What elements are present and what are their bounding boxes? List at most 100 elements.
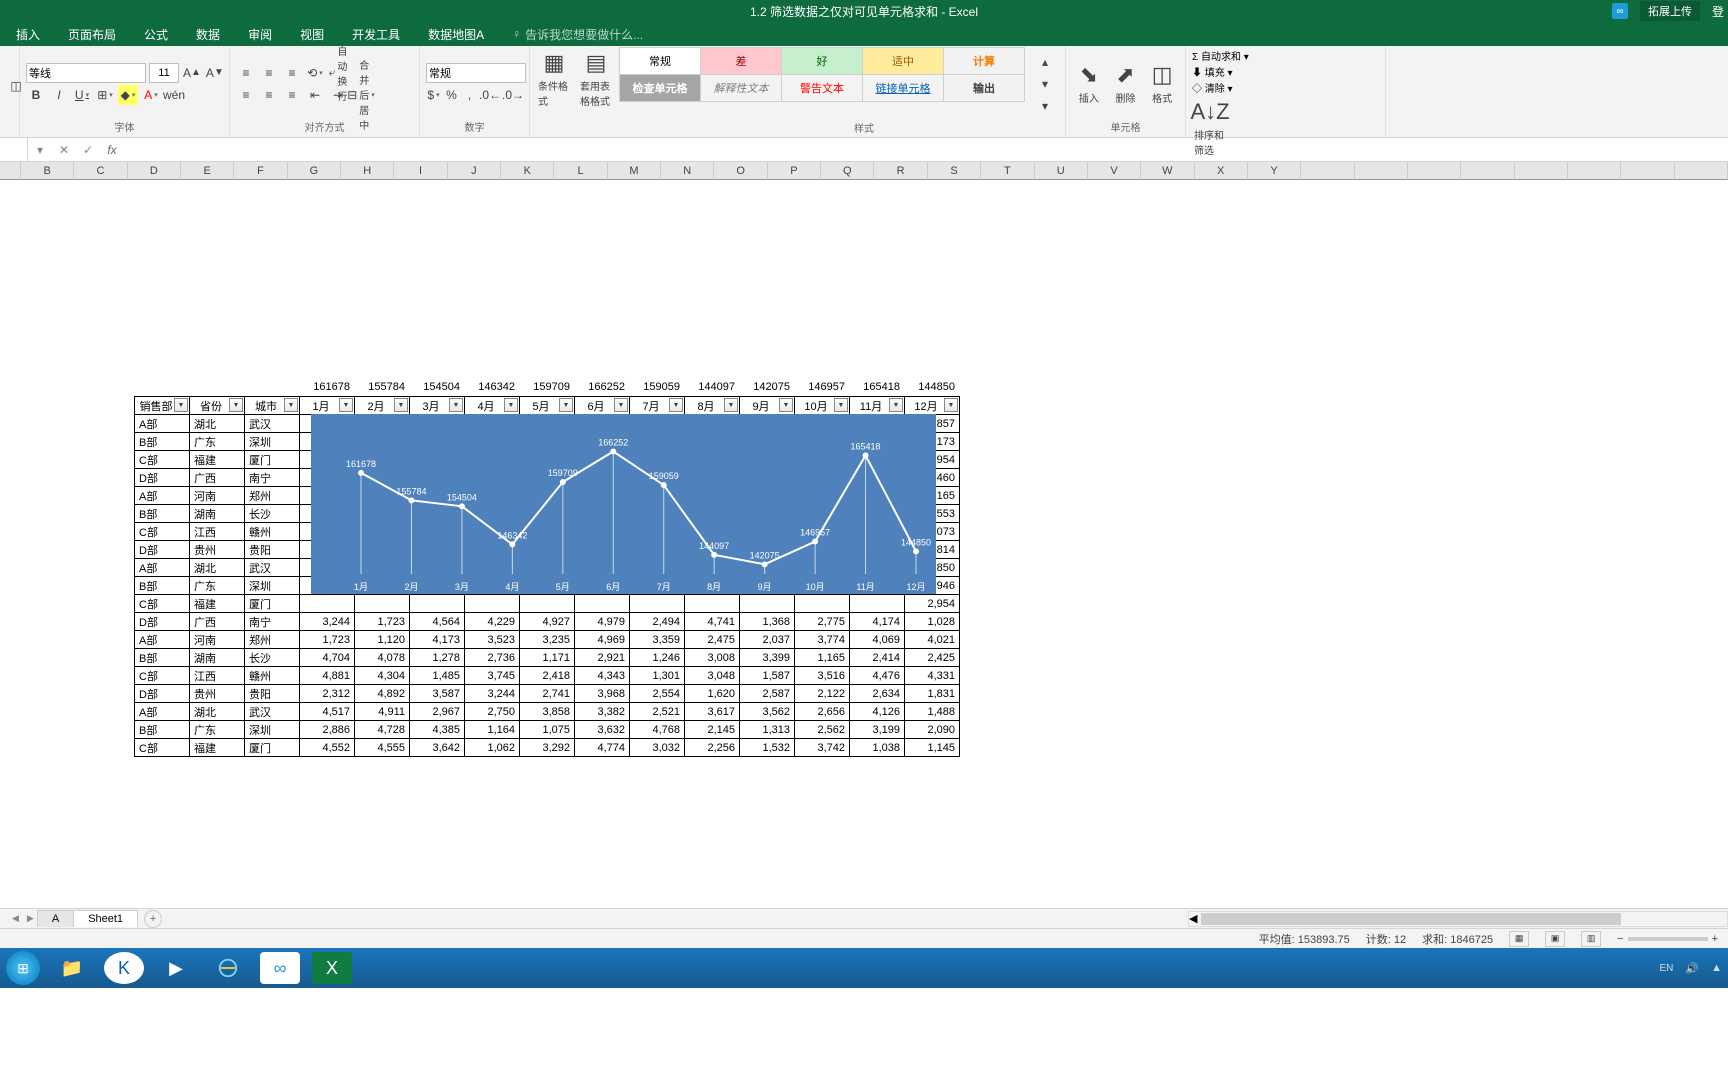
table-cell[interactable]: 4,174 bbox=[850, 613, 905, 631]
table-cell[interactable]: 贵州 bbox=[190, 541, 245, 559]
table-cell[interactable]: 2,554 bbox=[630, 685, 685, 703]
style-explain[interactable]: 解释性文本 bbox=[700, 74, 782, 102]
conditional-format-button[interactable]: ▦条件格式 bbox=[536, 48, 572, 110]
style-link[interactable]: 链接单元格 bbox=[862, 74, 944, 102]
column-header[interactable]: X bbox=[1195, 162, 1248, 180]
column-header[interactable]: D bbox=[128, 162, 181, 180]
table-cell[interactable]: 1,587 bbox=[740, 667, 795, 685]
table-cell[interactable]: 1,313 bbox=[740, 721, 795, 739]
table-cell[interactable]: 深圳 bbox=[245, 577, 300, 595]
table-cell[interactable]: 1,278 bbox=[410, 649, 465, 667]
sheet-nav-prev-icon[interactable]: ◀ bbox=[8, 913, 23, 924]
table-cell[interactable]: 南宁 bbox=[245, 613, 300, 631]
sheet-tab-a[interactable]: A bbox=[37, 910, 74, 927]
column-header[interactable]: Q bbox=[821, 162, 874, 180]
table-header[interactable]: 6月▼ bbox=[575, 397, 630, 415]
table-cell[interactable]: 1,488 bbox=[905, 703, 960, 721]
table-cell[interactable]: 1,620 bbox=[685, 685, 740, 703]
table-cell[interactable]: 湖南 bbox=[190, 505, 245, 523]
filter-arrow-icon[interactable]: ▼ bbox=[724, 398, 738, 412]
table-cell[interactable]: 贵阳 bbox=[245, 685, 300, 703]
filter-arrow-icon[interactable]: ▼ bbox=[779, 398, 793, 412]
table-cell[interactable]: 2,521 bbox=[630, 703, 685, 721]
filter-arrow-icon[interactable]: ▼ bbox=[284, 398, 298, 412]
clear-button[interactable]: ◇ 清除 ▾ bbox=[1192, 80, 1233, 95]
column-header[interactable]: R bbox=[874, 162, 927, 180]
table-cell[interactable]: 2,475 bbox=[685, 631, 740, 649]
underline-button[interactable]: U bbox=[72, 85, 92, 105]
filter-arrow-icon[interactable]: ▼ bbox=[449, 398, 463, 412]
table-cell[interactable]: 3,008 bbox=[685, 649, 740, 667]
italic-button[interactable]: I bbox=[49, 85, 69, 105]
table-header[interactable]: 11月▼ bbox=[850, 397, 905, 415]
column-header[interactable]: M bbox=[608, 162, 661, 180]
column-header[interactable]: I bbox=[394, 162, 447, 180]
table-header[interactable]: 8月▼ bbox=[685, 397, 740, 415]
styles-more-icon[interactable]: ▾ bbox=[1035, 96, 1055, 116]
table-cell[interactable]: 1,246 bbox=[630, 649, 685, 667]
worksheet-grid[interactable]: BCDEFGHIJKLMNOPQRSTUVWXY 161678155784154… bbox=[0, 162, 1728, 908]
style-output[interactable]: 输出 bbox=[943, 74, 1025, 102]
table-cell[interactable]: 1,831 bbox=[905, 685, 960, 703]
table-cell[interactable]: 厦门 bbox=[245, 595, 300, 613]
zoom-in-icon[interactable]: + bbox=[1712, 933, 1718, 945]
phonetic-button[interactable]: wén bbox=[164, 85, 184, 105]
table-cell[interactable]: 2,414 bbox=[850, 649, 905, 667]
filter-arrow-icon[interactable]: ▼ bbox=[669, 398, 683, 412]
view-normal-icon[interactable]: ▦ bbox=[1509, 931, 1529, 947]
table-cell[interactable]: 武汉 bbox=[245, 415, 300, 433]
filter-arrow-icon[interactable]: ▼ bbox=[614, 398, 628, 412]
filter-arrow-icon[interactable]: ▼ bbox=[834, 398, 848, 412]
table-cell[interactable]: C部 bbox=[135, 739, 190, 757]
table-cell[interactable]: 2,312 bbox=[300, 685, 355, 703]
table-cell[interactable]: 1,062 bbox=[465, 739, 520, 757]
table-cell[interactable]: 1,368 bbox=[740, 613, 795, 631]
table-cell[interactable]: 4,892 bbox=[355, 685, 410, 703]
table-cell[interactable]: B部 bbox=[135, 721, 190, 739]
table-cell[interactable]: 3,244 bbox=[300, 613, 355, 631]
table-cell[interactable]: 郑州 bbox=[245, 487, 300, 505]
table-cell[interactable]: 4,774 bbox=[575, 739, 630, 757]
column-header[interactable]: N bbox=[661, 162, 714, 180]
table-cell[interactable]: 4,911 bbox=[355, 703, 410, 721]
bold-button[interactable]: B bbox=[26, 85, 46, 105]
filter-arrow-icon[interactable]: ▼ bbox=[174, 398, 188, 412]
table-cell[interactable]: C部 bbox=[135, 523, 190, 541]
table-cell[interactable]: 4,476 bbox=[850, 667, 905, 685]
table-cell[interactable]: 3,516 bbox=[795, 667, 850, 685]
table-cell[interactable]: 2,656 bbox=[795, 703, 850, 721]
fx-icon[interactable]: fx bbox=[100, 143, 124, 157]
table-cell[interactable]: 厦门 bbox=[245, 739, 300, 757]
table-cell[interactable]: 武汉 bbox=[245, 559, 300, 577]
column-header[interactable]: L bbox=[554, 162, 607, 180]
table-cell[interactable]: 广东 bbox=[190, 577, 245, 595]
style-good[interactable]: 好 bbox=[781, 47, 863, 75]
insert-cells-button[interactable]: ⬊插入 bbox=[1072, 60, 1106, 107]
table-cell[interactable]: 3,032 bbox=[630, 739, 685, 757]
table-cell[interactable]: 1,075 bbox=[520, 721, 575, 739]
formula-input[interactable] bbox=[124, 138, 1728, 161]
table-cell[interactable]: 2,122 bbox=[795, 685, 850, 703]
sheet-nav-next-icon[interactable]: ▶ bbox=[23, 913, 38, 924]
zoom-slider[interactable]: − + bbox=[1617, 933, 1718, 945]
excel-taskbar-icon[interactable]: X bbox=[312, 952, 352, 984]
table-header[interactable]: 销售部▼ bbox=[135, 397, 190, 415]
table-cell[interactable]: 3,523 bbox=[465, 631, 520, 649]
table-cell[interactable] bbox=[630, 595, 685, 613]
indent-right-icon[interactable]: ⇥ bbox=[328, 85, 348, 105]
tab-pagelayout[interactable]: 页面布局 bbox=[56, 23, 128, 46]
table-cell[interactable]: 3,048 bbox=[685, 667, 740, 685]
table-cell[interactable]: 湖北 bbox=[190, 559, 245, 577]
ie-icon[interactable] bbox=[208, 952, 248, 984]
table-cell[interactable]: 4,069 bbox=[850, 631, 905, 649]
table-cell[interactable]: D部 bbox=[135, 613, 190, 631]
column-header[interactable]: U bbox=[1035, 162, 1088, 180]
scroll-left-icon[interactable]: ◀ bbox=[1189, 912, 1197, 925]
table-header[interactable]: 4月▼ bbox=[465, 397, 520, 415]
table-cell[interactable]: 2,494 bbox=[630, 613, 685, 631]
table-cell[interactable]: 2,634 bbox=[850, 685, 905, 703]
increase-font-icon[interactable]: A▲ bbox=[182, 63, 202, 83]
decrease-decimal-icon[interactable]: .0→ bbox=[503, 85, 523, 105]
table-cell[interactable]: B部 bbox=[135, 433, 190, 451]
table-cell[interactable]: 4,078 bbox=[355, 649, 410, 667]
